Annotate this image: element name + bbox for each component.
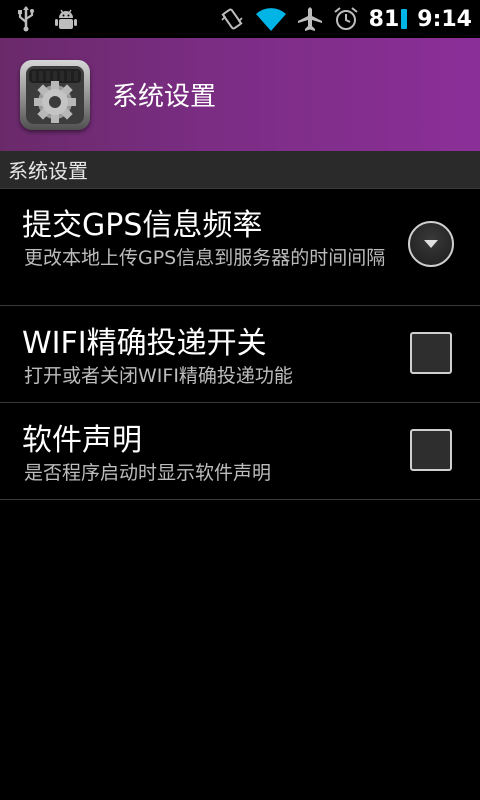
battery-level: 81 [368, 6, 400, 32]
title-bar: 系统设置 [0, 38, 480, 151]
preference-title: WIFI精确投递开关 [22, 326, 267, 361]
chevron-down-icon [424, 240, 438, 248]
dropdown-button[interactable] [408, 221, 454, 267]
android-debug-icon [54, 7, 78, 31]
usb-icon [16, 6, 36, 32]
preference-category-header: 系统设置 [0, 151, 480, 189]
airplane-icon [297, 6, 323, 32]
wifi-icon [255, 6, 287, 32]
preference-title: 提交GPS信息频率 [22, 208, 263, 243]
preference-gps-frequency[interactable]: 提交GPS信息频率 更改本地上传GPS信息到服务器的时间间隔 [0, 188, 480, 306]
status-bar-system-icons: 81 9:14 [219, 6, 480, 32]
page-title: 系统设置 [112, 82, 217, 112]
preference-software-statement[interactable]: 软件声明 是否程序启动时显示软件声明 [0, 403, 480, 500]
software-statement-checkbox[interactable] [410, 429, 452, 471]
preference-summary: 更改本地上传GPS信息到服务器的时间间隔 [24, 247, 386, 269]
preference-title: 软件声明 [22, 423, 142, 458]
alarm-icon [333, 6, 359, 32]
settings-gear-icon [20, 59, 90, 130]
status-bar-notifications [0, 6, 78, 32]
category-label: 系统设置 [8, 159, 88, 183]
vibrate-icon [219, 6, 245, 32]
wifi-delivery-checkbox[interactable] [410, 332, 452, 374]
status-bar: 81 9:14 [0, 0, 480, 38]
battery-icon [401, 9, 408, 29]
preference-wifi-delivery[interactable]: WIFI精确投递开关 打开或者关闭WIFI精确投递功能 [0, 306, 480, 403]
preference-summary: 打开或者关闭WIFI精确投递功能 [24, 365, 293, 387]
preference-summary: 是否程序启动时显示软件声明 [24, 462, 272, 484]
clock: 9:14 [417, 6, 472, 32]
